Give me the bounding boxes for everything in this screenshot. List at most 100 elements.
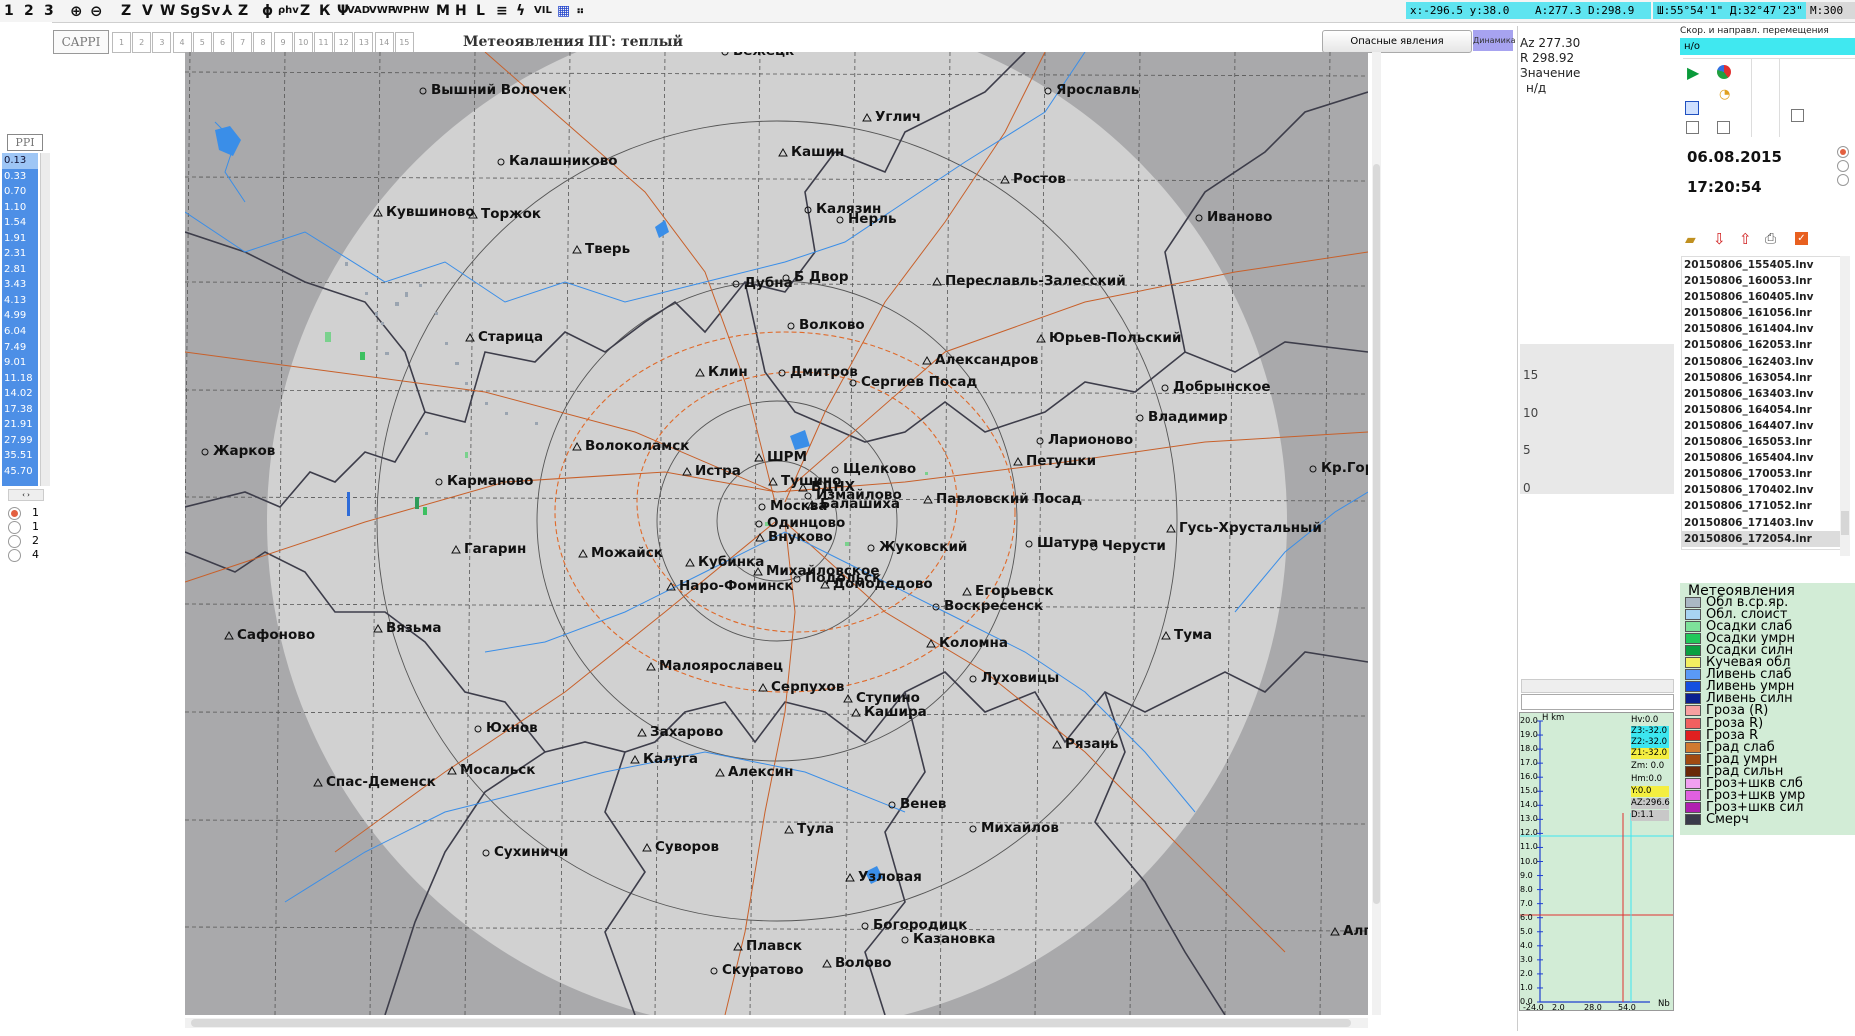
file-list-item[interactable]: 20150806_163403.lnv [1682, 386, 1840, 402]
elevation-item[interactable]: 1.54 [2, 215, 38, 231]
file-list-scrollbar[interactable] [1840, 256, 1850, 556]
z-product-button[interactable]: Z [121, 2, 131, 20]
phi-product-icon[interactable]: ϕ [262, 2, 273, 20]
time-radio-1[interactable] [1837, 146, 1849, 158]
cappi-level-button[interactable]: 5 [192, 32, 212, 53]
zoom-in-icon[interactable]: ⊕ [70, 2, 83, 20]
elevation-item[interactable]: 21.91 [2, 417, 38, 433]
color-palette-icon[interactable] [1717, 65, 1731, 79]
file-list-scroll-thumb[interactable] [1841, 511, 1849, 535]
cappi-level-button[interactable]: 7 [233, 32, 253, 53]
dynamics-button[interactable]: Динамика [1473, 30, 1516, 51]
file-list-item[interactable]: 20150806_170053.lnr [1682, 466, 1840, 482]
cappi-level-button[interactable]: 8 [253, 32, 273, 53]
cappi-level-button[interactable]: 3 [152, 32, 172, 53]
open-folder-icon[interactable]: ▰ [1685, 232, 1696, 248]
radio-option-2[interactable]: 1 [8, 520, 39, 535]
time-radio-2[interactable] [1837, 160, 1849, 172]
lc-product-button[interactable]: L [476, 2, 485, 20]
elevation-item[interactable]: 0.13 [2, 153, 38, 169]
v-product-button[interactable]: V [142, 2, 153, 20]
lambda-product-icon[interactable]: ⅄ [222, 2, 233, 20]
layer-1-button[interactable]: 1 [4, 2, 14, 20]
map-horizontal-scroll-thumb[interactable] [191, 1019, 1351, 1027]
cappi-level-button[interactable]: 12 [334, 32, 354, 53]
map-vertical-scroll-thumb[interactable] [1373, 164, 1380, 904]
cappi-level-button[interactable]: 10 [293, 32, 313, 53]
cappi-level-button[interactable]: 6 [213, 32, 232, 53]
grid-toggle-icon[interactable] [1685, 101, 1699, 115]
file-list-item[interactable]: 20150806_162403.lnv [1682, 354, 1840, 370]
elevation-item[interactable]: 0.33 [2, 169, 38, 185]
file-list[interactable]: 20150806_155405.lnv 20150806_160053.lnr 20… [1681, 256, 1841, 550]
file-list-item[interactable]: 20150806_164054.lnr [1682, 402, 1840, 418]
cappi-level-button[interactable]: 14 [374, 32, 394, 53]
vad-button[interactable]: VAD [347, 2, 370, 20]
elevation-hscroll[interactable]: ‹ › [8, 489, 44, 501]
time-radio-3[interactable] [1837, 174, 1849, 186]
sv-product-button[interactable]: Sv [201, 2, 220, 20]
chart-icon[interactable]: ◔ [1719, 87, 1730, 102]
file-list-item[interactable]: 20150806_165404.lnv [1682, 450, 1840, 466]
file-list-item[interactable]: 20150806_160053.lnr [1682, 273, 1840, 289]
cappi-level-button[interactable]: 4 [172, 32, 192, 53]
map-vertical-scrollbar[interactable] [1372, 52, 1381, 1015]
vertical-profile-panel[interactable]: H km Hv:0.0 Z3:-32.0 Z2:-32.0 Z1:-32.0 Z… [1519, 712, 1674, 1012]
phv-product-icon[interactable]: ρhv [278, 2, 299, 20]
radio-option-3[interactable]: 2 [8, 534, 39, 549]
radio-option-4[interactable]: 4 [8, 548, 39, 563]
cappi-button[interactable]: CAPPI [53, 30, 109, 54]
file-list-item[interactable]: 20150806_160405.lnv [1682, 289, 1840, 305]
file-list-item[interactable]: 20150806_155405.lnv [1682, 257, 1840, 273]
file-list-item[interactable]: 20150806_170402.lnv [1682, 482, 1840, 498]
elevation-item[interactable]: 45.70 [2, 464, 38, 480]
file-list-item[interactable]: 20150806_165053.lnr [1682, 434, 1840, 450]
map-horizontal-scrollbar[interactable] [185, 1018, 1368, 1028]
elevation-item[interactable]: 35.51 [2, 448, 38, 464]
w-product-button[interactable]: W [160, 2, 175, 20]
timeline-scrollbar[interactable] [1521, 679, 1674, 693]
elevation-item[interactable]: 1.91 [2, 231, 38, 247]
file-list-item[interactable]: 20150806_171403.lnv [1682, 515, 1840, 531]
grid-icon[interactable]: ▦ [557, 2, 570, 20]
elevation-item[interactable]: 0.70 [2, 184, 38, 200]
elevation-item[interactable]: 4.99 [2, 308, 38, 324]
elevation-item[interactable]: 9.01 [2, 355, 38, 371]
zoom-out-icon[interactable]: ⊖ [90, 2, 103, 20]
layers-icon[interactable]: ≡ [496, 2, 508, 20]
file-list-item[interactable]: 20150806_172054.lnr [1682, 530, 1840, 547]
elevation-item[interactable]: 6.04 [2, 324, 38, 340]
upload-icon[interactable]: ⇧ [1739, 230, 1752, 248]
checkbox[interactable] [1686, 121, 1699, 134]
vil-button[interactable]: VIL [534, 2, 552, 20]
cappi-level-button[interactable]: 11 [314, 32, 333, 53]
elevation-item[interactable]: 11.18 [2, 371, 38, 387]
cappi-level-button[interactable]: 9 [273, 32, 293, 53]
timeline-field[interactable] [1521, 694, 1674, 710]
file-list-item[interactable]: 20150806_171052.lnr [1682, 498, 1840, 514]
cappi-level-button[interactable]: 2 [132, 32, 152, 53]
play-icon[interactable]: ▶ [1687, 63, 1699, 82]
radio-option-1[interactable]: 1 [8, 506, 39, 521]
checkbox[interactable] [1791, 109, 1804, 122]
elevation-item[interactable]: 17.38 [2, 402, 38, 418]
elevation-item[interactable]: 3.43 [2, 277, 38, 293]
elevation-scrollbar[interactable] [40, 153, 50, 486]
download-icon[interactable]: ⇩ [1713, 230, 1726, 248]
elevation-item[interactable]: 2.31 [2, 246, 38, 262]
zv-product-button[interactable]: Z [300, 2, 310, 20]
radar-map[interactable]: Вышний Волочек Ярославль Углич Калашниково К… [185, 52, 1368, 1015]
elevation-item[interactable]: 2.81 [2, 262, 38, 278]
ppi-button[interactable]: PPI [7, 134, 43, 151]
file-list-item[interactable]: 20150806_163054.lnr [1682, 370, 1840, 386]
m-product-button[interactable]: M [436, 2, 450, 20]
print-icon[interactable]: ⎙ [1765, 231, 1776, 247]
checkbox[interactable] [1717, 121, 1730, 134]
file-list-item[interactable]: 20150806_161404.lnv [1682, 321, 1840, 337]
sg-product-button[interactable]: Sg [180, 2, 200, 20]
zdr-product-button[interactable]: Z [238, 2, 248, 20]
elevation-item[interactable]: 7.49 [2, 340, 38, 356]
wp-button[interactable]: WP [392, 2, 410, 20]
kdp-product-button[interactable]: К [319, 2, 330, 20]
file-list-item[interactable]: 20150806_161056.lnr [1682, 305, 1840, 321]
